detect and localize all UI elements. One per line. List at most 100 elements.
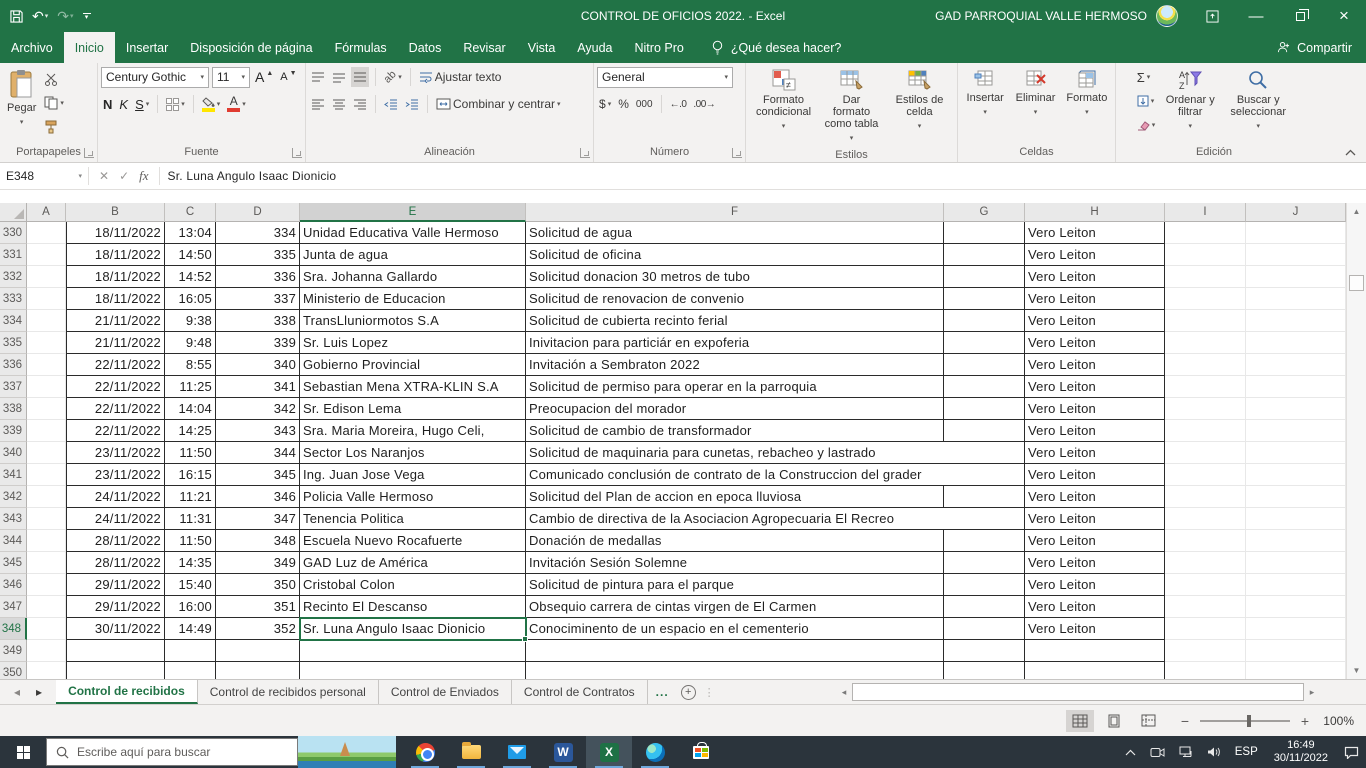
row-header-346[interactable]: 346 bbox=[0, 574, 27, 596]
cell-B347[interactable]: 29/11/2022 bbox=[66, 596, 165, 618]
cell-E336[interactable]: Gobierno Provincial bbox=[300, 354, 526, 376]
cell-A343[interactable] bbox=[27, 508, 66, 530]
cell-B343[interactable]: 24/11/2022 bbox=[66, 508, 165, 530]
font-color-button[interactable]: A ▾ bbox=[225, 94, 248, 114]
cell-G349[interactable] bbox=[944, 640, 1025, 662]
row-header-334[interactable]: 334 bbox=[0, 310, 27, 332]
row-header-349[interactable]: 349 bbox=[0, 640, 27, 662]
tab-insertar[interactable]: Insertar bbox=[115, 32, 179, 63]
cell-D331[interactable]: 335 bbox=[216, 244, 300, 266]
scroll-left-arrow[interactable]: ◂ bbox=[836, 683, 852, 701]
fill-color-button[interactable]: ▾ bbox=[200, 94, 223, 114]
cell-E334[interactable]: TransLluniormotos S.A bbox=[300, 310, 526, 332]
cell-H348[interactable]: Vero Leiton bbox=[1025, 618, 1165, 640]
cell-F343[interactable]: Cambio de directiva de la Asociacion Agr… bbox=[526, 508, 1025, 530]
column-header-A[interactable]: A bbox=[27, 203, 66, 222]
row-header-332[interactable]: 332 bbox=[0, 266, 27, 288]
tab-archivo[interactable]: Archivo bbox=[0, 32, 64, 63]
cell-H346[interactable]: Vero Leiton bbox=[1025, 574, 1165, 596]
cell-A340[interactable] bbox=[27, 442, 66, 464]
cell-B332[interactable]: 18/11/2022 bbox=[66, 266, 165, 288]
tray-network-icon[interactable] bbox=[1172, 736, 1200, 768]
tab-nitro-pro[interactable]: Nitro Pro bbox=[624, 32, 695, 63]
row-header-336[interactable]: 336 bbox=[0, 354, 27, 376]
scroll-up-arrow[interactable]: ▲ bbox=[1347, 203, 1366, 220]
cell-D336[interactable]: 340 bbox=[216, 354, 300, 376]
autosum-button[interactable]: Σ▾ bbox=[1135, 67, 1158, 87]
zoom-slider-thumb[interactable] bbox=[1247, 715, 1251, 727]
column-header-G[interactable]: G bbox=[944, 203, 1025, 222]
cell-C333[interactable]: 16:05 bbox=[165, 288, 216, 310]
tray-clock[interactable]: 16:49 30/11/2022 bbox=[1265, 739, 1337, 765]
cell-H344[interactable]: Vero Leiton bbox=[1025, 530, 1165, 552]
column-header-J[interactable]: J bbox=[1246, 203, 1346, 222]
cell-J344[interactable] bbox=[1246, 530, 1346, 552]
cell-H336[interactable]: Vero Leiton bbox=[1025, 354, 1165, 376]
cell-J349[interactable] bbox=[1246, 640, 1346, 662]
row-header-335[interactable]: 335 bbox=[0, 332, 27, 354]
increase-font-size-button[interactable]: A▲ bbox=[253, 67, 275, 87]
tab-fórmulas[interactable]: Fórmulas bbox=[324, 32, 398, 63]
cell-J345[interactable] bbox=[1246, 552, 1346, 574]
cell-F342[interactable]: Solicitud del Plan de accion en epoca ll… bbox=[526, 486, 944, 508]
cell-I348[interactable] bbox=[1165, 618, 1246, 640]
decrease-font-size-button[interactable]: A▼ bbox=[278, 67, 298, 87]
row-header-342[interactable]: 342 bbox=[0, 486, 27, 508]
cell-F341[interactable]: Comunicado conclusión de contrato de la … bbox=[526, 464, 1025, 486]
cell-I332[interactable] bbox=[1165, 266, 1246, 288]
align-middle-button[interactable] bbox=[330, 67, 348, 87]
sheet-nav-right-arrow[interactable]: ▸ bbox=[36, 685, 42, 699]
cell-J337[interactable] bbox=[1246, 376, 1346, 398]
number-format-combo[interactable]: General▾ bbox=[597, 67, 733, 88]
alignment-dialog-launcher[interactable] bbox=[580, 148, 590, 158]
cell-E330[interactable]: Unidad Educativa Valle Hermoso bbox=[300, 222, 526, 244]
cell-D344[interactable]: 348 bbox=[216, 530, 300, 552]
number-dialog-launcher[interactable] bbox=[732, 148, 742, 158]
row-header-330[interactable]: 330 bbox=[0, 222, 27, 244]
cell-B341[interactable]: 23/11/2022 bbox=[66, 464, 165, 486]
font-size-combo[interactable]: 11▾ bbox=[212, 67, 250, 88]
decrease-decimal-button[interactable]: .00→ bbox=[691, 94, 717, 114]
cell-C344[interactable]: 11:50 bbox=[165, 530, 216, 552]
cell-I340[interactable] bbox=[1165, 442, 1246, 464]
cell-B342[interactable]: 24/11/2022 bbox=[66, 486, 165, 508]
tab-datos[interactable]: Datos bbox=[398, 32, 453, 63]
cell-C350[interactable] bbox=[165, 662, 216, 679]
cell-D330[interactable]: 334 bbox=[216, 222, 300, 244]
cell-J347[interactable] bbox=[1246, 596, 1346, 618]
restore-button[interactable] bbox=[1278, 0, 1322, 32]
cell-H347[interactable]: Vero Leiton bbox=[1025, 596, 1165, 618]
cell-H333[interactable]: Vero Leiton bbox=[1025, 288, 1165, 310]
cell-A344[interactable] bbox=[27, 530, 66, 552]
cell-H331[interactable]: Vero Leiton bbox=[1025, 244, 1165, 266]
cell-I335[interactable] bbox=[1165, 332, 1246, 354]
taskbar-excel-icon[interactable]: X bbox=[586, 736, 632, 768]
cell-I350[interactable] bbox=[1165, 662, 1246, 679]
cell-E345[interactable]: GAD Luz de América bbox=[300, 552, 526, 574]
start-button[interactable] bbox=[0, 736, 46, 768]
cell-J340[interactable] bbox=[1246, 442, 1346, 464]
increase-decimal-button[interactable]: ←.0 bbox=[668, 94, 689, 114]
cell-C339[interactable]: 14:25 bbox=[165, 420, 216, 442]
cell-H342[interactable]: Vero Leiton bbox=[1025, 486, 1165, 508]
cell-E335[interactable]: Sr. Luis Lopez bbox=[300, 332, 526, 354]
cell-B337[interactable]: 22/11/2022 bbox=[66, 376, 165, 398]
comma-style-button[interactable]: 000 bbox=[634, 94, 655, 114]
format-painter-button[interactable] bbox=[42, 117, 66, 137]
row-header-331[interactable]: 331 bbox=[0, 244, 27, 266]
cell-F347[interactable]: Obsequio carrera de cintas virgen de El … bbox=[526, 596, 944, 618]
cell-C335[interactable]: 9:48 bbox=[165, 332, 216, 354]
cell-F335[interactable]: Inivitacion para particiár en expoferia bbox=[526, 332, 944, 354]
column-header-C[interactable]: C bbox=[165, 203, 216, 222]
cell-D343[interactable]: 347 bbox=[216, 508, 300, 530]
cell-J333[interactable] bbox=[1246, 288, 1346, 310]
cell-I349[interactable] bbox=[1165, 640, 1246, 662]
paste-button[interactable]: Pegar ▾ bbox=[3, 66, 40, 132]
row-header-333[interactable]: 333 bbox=[0, 288, 27, 310]
underline-button[interactable]: S▾ bbox=[133, 94, 151, 114]
scroll-right-arrow[interactable]: ▸ bbox=[1304, 683, 1320, 701]
cell-F348[interactable]: Conociminento de un espacio en el cement… bbox=[526, 618, 944, 640]
search-highlight-image[interactable] bbox=[298, 736, 396, 768]
cell-H350[interactable] bbox=[1025, 662, 1165, 679]
cell-A336[interactable] bbox=[27, 354, 66, 376]
